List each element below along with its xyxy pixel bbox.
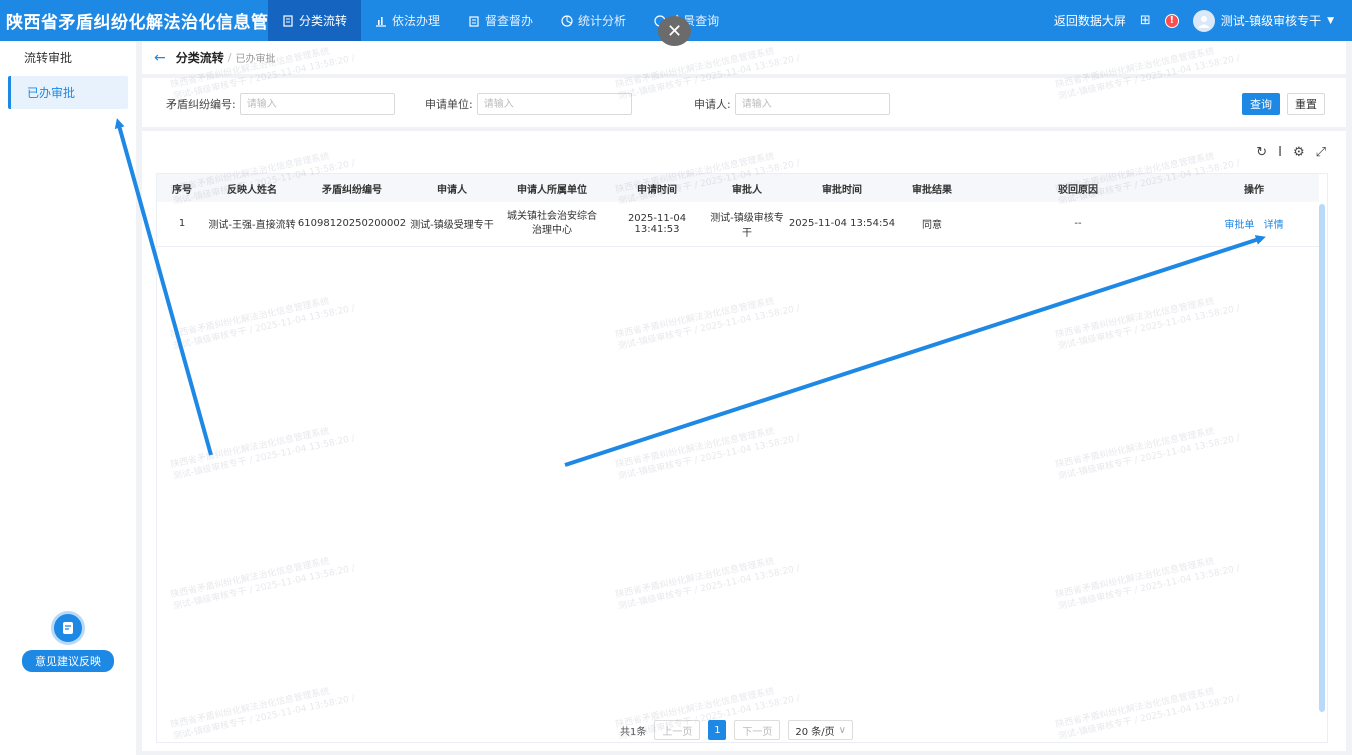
nav-item-statistics[interactable]: 统计分析 bbox=[547, 0, 640, 41]
nav-item-handle[interactable]: 依法办理 bbox=[361, 0, 454, 41]
density-icon[interactable]: I bbox=[1278, 145, 1282, 160]
nav-label: 统计分析 bbox=[578, 14, 627, 28]
user-name: 测试-镇级审核专干 bbox=[1220, 14, 1322, 28]
page-number[interactable]: 1 bbox=[708, 720, 727, 740]
breadcrumb-separator: / bbox=[227, 51, 232, 64]
close-icon[interactable]: ✕ bbox=[658, 16, 691, 46]
grid-icon[interactable]: ⊞ bbox=[1140, 13, 1151, 28]
cell-approver: 测试-镇级审核专干 bbox=[707, 202, 787, 247]
th-code: 矛盾纠纷编号 bbox=[297, 174, 407, 202]
table-panel: ↻ I ⚙ ⤢ 序号 反映人姓名 矛盾纠纷编号 申请人 申请人所属单位 申请时间… bbox=[142, 131, 1346, 751]
applicant-label: 申请人: bbox=[694, 98, 731, 111]
cell-reporter: 测试-王强-直接流转 bbox=[207, 202, 297, 247]
top-right-tools: 返回数据大屏 ⊞ ! 测试-镇级审核专干 ▼ bbox=[1054, 9, 1352, 32]
vertical-scrollbar[interactable] bbox=[1319, 204, 1325, 712]
breadcrumb-main: 分类流转 bbox=[175, 51, 224, 65]
detail-link[interactable]: 详情 bbox=[1264, 220, 1284, 231]
unit-label: 申请单位: bbox=[425, 98, 473, 111]
data-screen-link[interactable]: 返回数据大屏 bbox=[1054, 12, 1126, 29]
cell-result: 同意 bbox=[897, 202, 967, 247]
approval-form-link[interactable]: 审批单 bbox=[1224, 220, 1254, 231]
cell-unit: 城关镇社会治安综合治理中心 bbox=[497, 202, 607, 247]
cell-approve-time: 2025-11-04 13:54:54 bbox=[787, 202, 897, 247]
avatar bbox=[1192, 9, 1215, 32]
table-row: 1 测试-王强-直接流转 61098120250200002 测试-镇级受理专干… bbox=[157, 202, 1319, 247]
feedback-button[interactable]: 意见建议反映 bbox=[22, 611, 114, 672]
refresh-icon[interactable]: ↻ bbox=[1256, 145, 1267, 160]
th-applicant: 申请人 bbox=[407, 174, 497, 202]
sidebar: 流转审批 已办审批 意见建议反映 bbox=[0, 41, 136, 755]
sidebar-item-pending[interactable]: 流转审批 bbox=[0, 41, 136, 74]
nav-item-classify[interactable]: 分类流转 bbox=[268, 0, 362, 41]
code-field: 矛盾纠纷编号: bbox=[166, 93, 395, 115]
th-result: 审批结果 bbox=[897, 174, 967, 202]
app-title: 陕西省矛盾纠纷化解法治化信息管理系统 bbox=[6, 13, 321, 33]
th-approve-time: 审批时间 bbox=[787, 174, 897, 202]
nav-label: 督查督办 bbox=[485, 14, 534, 28]
chevron-down-icon: ∨ bbox=[838, 724, 846, 736]
page-size-value: 20 条/页 bbox=[795, 726, 835, 738]
unit-field: 申请单位: bbox=[425, 93, 632, 115]
applicant-input[interactable] bbox=[734, 93, 890, 115]
page-size-select[interactable]: 20 条/页 ∨ bbox=[788, 720, 853, 740]
table-wrap: 序号 反映人姓名 矛盾纠纷编号 申请人 申请人所属单位 申请时间 审批人 审批时… bbox=[156, 173, 1328, 743]
cell-index: 1 bbox=[157, 202, 207, 247]
caret-down-icon: ▼ bbox=[1327, 15, 1334, 26]
th-ops: 操作 bbox=[1189, 174, 1319, 202]
th-index: 序号 bbox=[157, 174, 207, 202]
total-count: 共1条 bbox=[620, 726, 647, 738]
applicant-field: 申请人: bbox=[694, 93, 890, 115]
records-table: 序号 反映人姓名 矛盾纠纷编号 申请人 申请人所属单位 申请时间 审批人 审批时… bbox=[157, 174, 1319, 247]
breadcrumb: ← 分类流转 / 已办审批 bbox=[142, 41, 1346, 74]
alert-icon[interactable]: ! bbox=[1164, 13, 1179, 28]
chart-icon bbox=[376, 16, 387, 27]
user-menu[interactable]: 测试-镇级审核专干 ▼ bbox=[1192, 9, 1334, 32]
sidebar-item-done[interactable]: 已办审批 bbox=[8, 76, 128, 109]
settings-icon[interactable]: ⚙ bbox=[1293, 145, 1305, 160]
nav-label: 分类流转 bbox=[299, 14, 348, 28]
reset-button[interactable]: 重置 bbox=[1287, 93, 1325, 115]
th-reporter: 反映人姓名 bbox=[207, 174, 297, 202]
th-unit: 申请人所属单位 bbox=[497, 174, 607, 202]
cell-code: 61098120250200002 bbox=[297, 202, 407, 247]
clipboard-icon bbox=[469, 15, 479, 27]
query-button[interactable]: 查询 bbox=[1242, 93, 1280, 115]
cell-ops: 审批单 详情 bbox=[1189, 202, 1319, 247]
th-reject-reason: 驳回原因 bbox=[967, 174, 1189, 202]
back-arrow-icon[interactable]: ← bbox=[154, 50, 166, 66]
th-apply-time: 申请时间 bbox=[607, 174, 707, 202]
next-page-button[interactable]: 下一页 bbox=[734, 720, 781, 740]
nav-label: 依法办理 bbox=[392, 14, 441, 28]
pagination: 共1条 上一页 1 下一页 20 条/页 ∨ bbox=[620, 720, 853, 740]
breadcrumb-current: 已办审批 bbox=[235, 54, 276, 65]
code-input[interactable] bbox=[239, 93, 395, 115]
prev-page-button[interactable]: 上一页 bbox=[654, 720, 701, 740]
pie-icon bbox=[561, 14, 573, 27]
nav-item-supervise[interactable]: 督查督办 bbox=[454, 0, 547, 41]
unit-input[interactable] bbox=[476, 93, 632, 115]
document-icon bbox=[283, 14, 293, 27]
table-header-row: 序号 反映人姓名 矛盾纠纷编号 申请人 申请人所属单位 申请时间 审批人 审批时… bbox=[157, 174, 1319, 202]
search-panel: 矛盾纠纷编号: 申请单位: 申请人: 查询 重置 bbox=[142, 78, 1346, 127]
cell-reject-reason: -- bbox=[967, 202, 1189, 247]
th-approver: 审批人 bbox=[707, 174, 787, 202]
fullscreen-icon[interactable]: ⤢ bbox=[1316, 145, 1326, 160]
cell-apply-time: 2025-11-04 13:41:53 bbox=[607, 202, 707, 247]
feedback-label: 意见建议反映 bbox=[22, 650, 114, 672]
cell-applicant: 测试-镇级受理专干 bbox=[407, 202, 497, 247]
code-label: 矛盾纠纷编号: bbox=[166, 98, 236, 111]
edit-icon bbox=[51, 611, 85, 645]
table-tools: ↻ I ⚙ ⤢ bbox=[1256, 145, 1326, 160]
